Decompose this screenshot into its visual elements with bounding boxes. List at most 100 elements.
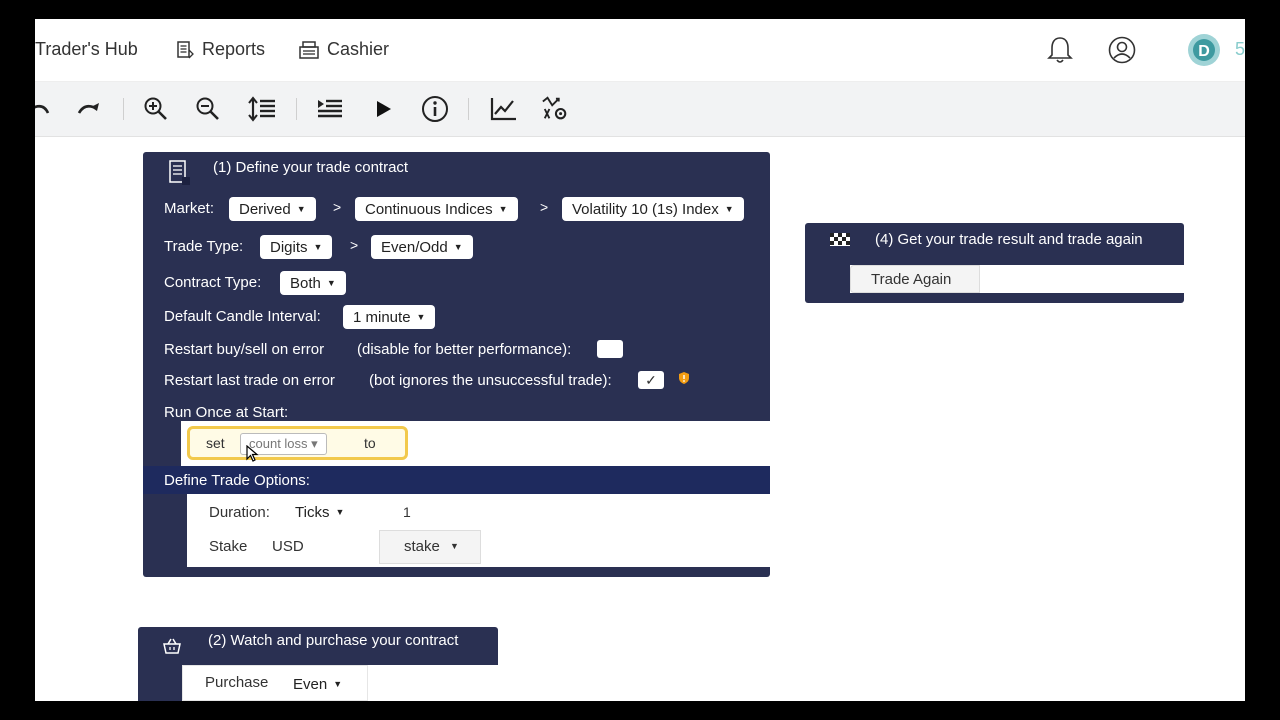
- submarket-dropdown[interactable]: Continuous Indices ▼: [355, 197, 518, 221]
- restart-buy-sell-checkbox[interactable]: [597, 340, 623, 358]
- top-navigation: Trader's Hub Reports Cashier D 5: [35, 19, 1245, 82]
- trade-options-label: Define Trade Options:: [164, 472, 310, 489]
- app-window: Trader's Hub Reports Cashier D 5 (1) Def…: [35, 19, 1245, 701]
- mouse-cursor-icon: [246, 445, 259, 462]
- caret-down-icon: ▼: [326, 278, 336, 288]
- chart-icon[interactable]: [489, 95, 517, 123]
- duration-unit-dropdown[interactable]: Ticks ▼: [285, 500, 355, 524]
- candle-interval-value: 1 minute: [353, 308, 411, 326]
- trade-subtype-dropdown[interactable]: Even/Odd ▼: [371, 235, 473, 259]
- caret-down-icon: ▼: [498, 204, 508, 214]
- caret-down-icon: ▼: [335, 507, 345, 517]
- account-icon[interactable]: [1107, 35, 1137, 70]
- contract-type-dropdown[interactable]: Both ▼: [280, 271, 346, 295]
- block1-title: (1) Define your trade contract: [213, 159, 409, 176]
- contract-type-label: Contract Type:: [164, 274, 262, 291]
- caret-down-icon: ▼: [313, 242, 323, 252]
- block2-title: (2) Watch and purchase your contract: [208, 632, 459, 649]
- blockly-workspace[interactable]: (1) Define your trade contract Market: D…: [35, 137, 1245, 701]
- restart-buy-sell-label: Restart buy/sell on error: [164, 341, 325, 358]
- toolbar-divider: [296, 98, 297, 120]
- basket-icon: [163, 638, 181, 654]
- symbol-dropdown[interactable]: Volatility 10 (1s) Index ▼: [562, 197, 744, 221]
- trade-again-slot: Trade Again: [850, 265, 1184, 293]
- market-value: Derived: [239, 200, 291, 218]
- zoom-in-icon[interactable]: [142, 95, 170, 123]
- candle-interval-label: Default Candle Interval:: [164, 308, 321, 325]
- undo-icon[interactable]: [35, 95, 53, 123]
- caret-down-icon: ▼: [296, 204, 306, 214]
- nav-traders-hub[interactable]: Trader's Hub: [35, 39, 138, 60]
- notifications-icon[interactable]: [1046, 35, 1074, 70]
- reports-icon: [177, 40, 194, 58]
- toolbar: [35, 82, 1245, 137]
- nav-traders-hub-label: Trader's Hub: [35, 39, 138, 59]
- restart-last-trade-note: (bot ignores the unsuccessful trade):: [369, 372, 612, 389]
- restart-buy-sell-note: (disable for better performance):: [357, 341, 572, 358]
- set-variable-block[interactable]: set count loss ▾ to: [187, 426, 408, 460]
- caret-down-icon: ▼: [724, 204, 734, 214]
- trade-subtype-value: Even/Odd: [381, 238, 448, 256]
- separator: >: [540, 199, 549, 215]
- symbol-value: Volatility 10 (1s) Index: [572, 200, 719, 218]
- sort-icon[interactable]: [248, 95, 276, 123]
- purchase-value: Even: [293, 675, 328, 693]
- trade-type-value: Digits: [270, 238, 308, 256]
- trade-again-block[interactable]: (4) Get your trade result and trade agai…: [805, 223, 1184, 303]
- purchase-slot: Purchase Even ▼: [182, 665, 498, 701]
- import-icon[interactable]: [316, 95, 344, 123]
- restart-last-trade-label: Restart last trade on error: [164, 372, 335, 389]
- caret-down-icon: ▼: [333, 679, 343, 689]
- nav-cashier[interactable]: Cashier: [298, 39, 389, 60]
- contract-icon: [169, 160, 190, 185]
- separator: >: [350, 237, 359, 253]
- set-keyword: set: [206, 435, 225, 451]
- market-label: Market:: [164, 200, 215, 217]
- cashier-icon: [299, 40, 319, 59]
- stake-variable-block[interactable]: stake ▼: [379, 530, 481, 564]
- toolbar-divider: [468, 98, 469, 120]
- duration-label: Duration:: [209, 504, 270, 521]
- caret-down-icon: ▼: [453, 242, 463, 252]
- trade-again-button[interactable]: Trade Again: [850, 265, 980, 293]
- caret-down-icon: ▼: [450, 541, 459, 551]
- purchase-dropdown[interactable]: Even ▼: [283, 672, 353, 696]
- zoom-out-icon[interactable]: [194, 95, 222, 123]
- nav-cashier-label: Cashier: [327, 39, 390, 59]
- contract-type-value: Both: [290, 274, 321, 292]
- account-balance-edge: 5: [1235, 39, 1245, 59]
- restart-last-trade-checkbox[interactable]: ✓: [638, 371, 664, 389]
- info-icon[interactable]: [421, 95, 449, 123]
- toolbar-divider: [123, 98, 124, 120]
- purchase-label: Purchase: [205, 674, 269, 691]
- checkered-flag-icon: [830, 233, 850, 246]
- trading-view-icon[interactable]: [541, 95, 569, 123]
- trade-options-block[interactable]: Duration: Ticks ▼ 1 Stake USD stake ▼: [187, 494, 770, 567]
- stake-currency: USD: [272, 538, 304, 555]
- stake-variable: stake: [404, 538, 440, 555]
- trade-type-dropdown[interactable]: Digits ▼: [260, 235, 333, 259]
- trade-parameters-block[interactable]: (1) Define your trade contract Market: D…: [143, 152, 770, 577]
- purchase-inner-block[interactable]: Purchase Even ▼: [182, 665, 368, 701]
- svg-text:D: D: [1198, 43, 1210, 60]
- duration-input[interactable]: 1: [403, 504, 411, 520]
- submarket-value: Continuous Indices: [365, 200, 493, 218]
- run-once-label: Run Once at Start:: [164, 404, 289, 421]
- nav-reports-label: Reports: [202, 39, 266, 59]
- redo-icon[interactable]: [75, 95, 103, 123]
- candle-interval-dropdown[interactable]: 1 minute ▼: [343, 305, 436, 329]
- warning-shield-icon[interactable]: [678, 371, 690, 385]
- duration-unit-value: Ticks: [295, 503, 330, 521]
- nav-reports[interactable]: Reports: [175, 39, 265, 60]
- trade-type-label: Trade Type:: [164, 238, 244, 255]
- caret-down-icon: ▼: [416, 312, 426, 322]
- stake-label: Stake: [209, 538, 248, 555]
- block4-title: (4) Get your trade result and trade agai…: [875, 231, 1143, 248]
- separator: >: [333, 199, 342, 215]
- run-icon[interactable]: [369, 95, 397, 123]
- to-keyword: to: [364, 435, 376, 451]
- trade-again-label: Trade Again: [871, 271, 952, 288]
- currency-icon[interactable]: D: [1187, 33, 1221, 72]
- market-dropdown[interactable]: Derived ▼: [229, 197, 316, 221]
- purchase-block[interactable]: (2) Watch and purchase your contract Pur…: [138, 627, 498, 701]
